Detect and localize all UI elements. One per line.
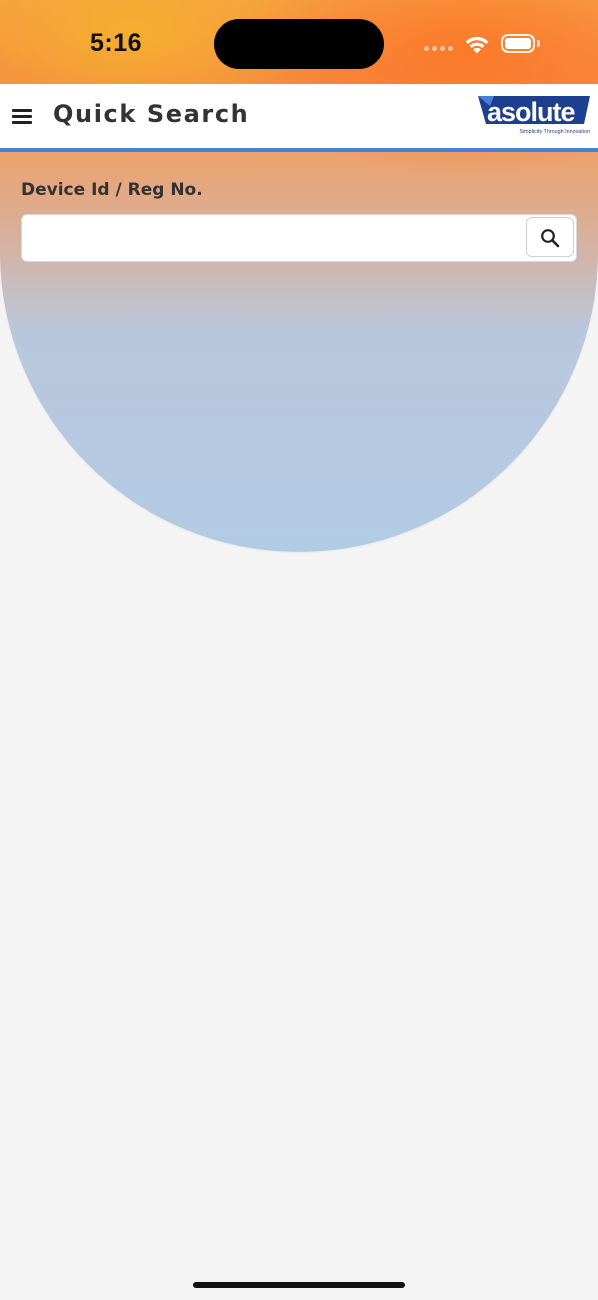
status-time: 5:16 — [90, 29, 143, 57]
page-title: Quick Search — [53, 100, 250, 128]
search-box — [21, 214, 577, 262]
battery-icon — [501, 34, 535, 53]
hamburger-menu-icon[interactable] — [12, 106, 34, 124]
cellular-signal-icon — [424, 46, 453, 51]
dynamic-island — [214, 19, 384, 69]
asolute-logo: asolute Simplicity Through Innovation — [478, 96, 590, 135]
search-icon — [541, 229, 560, 248]
battery-tip — [537, 40, 540, 47]
status-bar: 5:16 — [0, 0, 598, 84]
svg-text:Simplicity Through Innovation: Simplicity Through Innovation — [519, 129, 590, 135]
device-id-input[interactable] — [22, 215, 522, 261]
svg-text:asolute: asolute — [487, 97, 576, 127]
search-button[interactable] — [526, 217, 574, 257]
home-indicator[interactable] — [193, 1282, 405, 1288]
device-id-label: Device Id / Reg No. — [21, 180, 203, 200]
app-header: Quick Search asolute Simplicity Through … — [0, 84, 598, 152]
wifi-icon — [465, 36, 489, 54]
